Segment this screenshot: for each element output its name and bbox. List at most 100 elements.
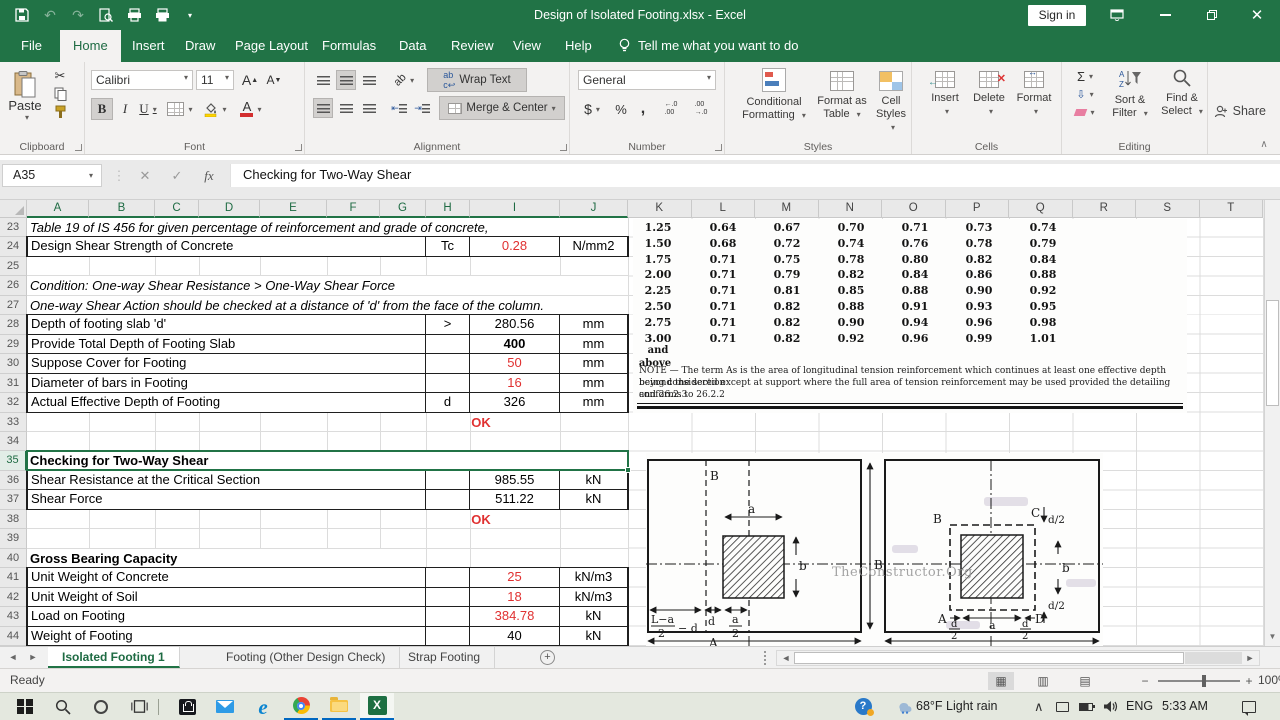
grid-row-30[interactable]: 30 Suppose Cover for Footing 50 mm: [0, 354, 628, 374]
sign-in-button[interactable]: Sign in: [1028, 5, 1086, 26]
font-dialog-launcher-icon[interactable]: [295, 144, 302, 151]
cell-symbol[interactable]: Tc: [426, 237, 470, 257]
row-header-34[interactable]: 34: [0, 432, 27, 452]
sheet-tab-footing-other-design-check[interactable]: Footing (Other Design Check): [212, 647, 401, 668]
clear-icon[interactable]: ▾: [1070, 104, 1100, 120]
column-header-D[interactable]: D: [199, 200, 260, 218]
cell-label[interactable]: Weight of Footing: [27, 626, 426, 646]
row-header-36[interactable]: 36: [0, 470, 27, 491]
column-header-H[interactable]: H: [426, 200, 470, 218]
print-preview-icon[interactable]: [98, 7, 114, 23]
fill-icon[interactable]: ⇩ ▾: [1070, 86, 1100, 102]
row-header-25[interactable]: 25: [0, 256, 27, 277]
qat-customize-icon[interactable]: ▾: [182, 7, 198, 23]
grid-row-37[interactable]: 37 Shear Force 511.22 kN: [0, 490, 628, 510]
row-header-40[interactable]: 40: [0, 548, 27, 569]
paste-button[interactable]: Paste ▾: [8, 68, 42, 124]
row-header-37[interactable]: 37: [0, 490, 27, 510]
underline-button[interactable]: U ▾: [135, 98, 161, 120]
page-break-view-icon[interactable]: ▤: [1072, 672, 1098, 690]
cell-label[interactable]: Diameter of bars in Footing: [27, 373, 426, 394]
cell-unit[interactable]: kN/m3: [560, 587, 628, 608]
is456-table-image[interactable]: 1.25 0.64 0.67 0.70 0.71 0.73 0.74 1.50 0.68 0.72…: [633, 219, 1187, 413]
grid-row-32[interactable]: 32 Actual Effective Depth of Footing d 326 m…: [0, 393, 628, 413]
column-header-C[interactable]: C: [155, 200, 199, 218]
cell-section-heading[interactable]: Gross Bearing Capacity: [30, 549, 177, 568]
sheet-nav-left-icon[interactable]: ◄: [4, 647, 22, 668]
close-button[interactable]: ✕: [1240, 0, 1274, 30]
cell-label[interactable]: Provide Total Depth of Footing Slab: [27, 334, 426, 355]
row-header-35[interactable]: 35: [0, 451, 27, 471]
tablet-mode-icon[interactable]: [1050, 693, 1074, 720]
cell-label[interactable]: Shear Resistance at the Critical Section: [27, 470, 426, 491]
percent-style-icon[interactable]: %: [610, 98, 632, 120]
row-header-41[interactable]: 41: [0, 568, 27, 588]
align-left-icon[interactable]: [313, 98, 333, 118]
column-header-F[interactable]: F: [327, 200, 380, 218]
cell-value[interactable]: 511.22: [470, 490, 560, 510]
cell-symbol[interactable]: [426, 470, 470, 491]
format-cells-button[interactable]: ↔ Format ▾: [1012, 67, 1056, 118]
cell-note-text[interactable]: One-way Shear Action should be checked a…: [30, 296, 544, 315]
zoom-level[interactable]: 100%: [1258, 673, 1280, 687]
zoom-slider-thumb[interactable]: [1202, 675, 1206, 687]
undo-icon[interactable]: ↶: [42, 7, 58, 23]
column-header-R[interactable]: R: [1072, 200, 1136, 218]
tab-draw[interactable]: Draw: [172, 30, 228, 62]
weather-text[interactable]: 68°F Light rain: [916, 693, 997, 720]
redo-icon[interactable]: ↷: [70, 7, 86, 23]
tell-me-box[interactable]: Tell me what you want to do: [618, 30, 798, 62]
row-header-31[interactable]: 31: [0, 373, 27, 394]
cell-note-text[interactable]: Table 19 of IS 456 for given percentage …: [30, 218, 488, 237]
format-as-table-button[interactable]: Format as Table ▾: [813, 68, 871, 121]
cell-styles-button[interactable]: Cell Styles ▾: [871, 68, 911, 134]
row-header-29[interactable]: 29: [0, 334, 27, 355]
borders-button[interactable]: ▾: [165, 98, 195, 120]
zoom-in-icon[interactable]: +: [1242, 672, 1256, 690]
grid-right-pane[interactable]: 1.25 0.64 0.67 0.70 0.71 0.73 0.74 1.50 0.68 0.72…: [628, 218, 1264, 646]
share-button[interactable]: Share: [1214, 100, 1266, 122]
show-hidden-icons[interactable]: ∧: [1034, 693, 1044, 720]
tab-insert[interactable]: Insert: [119, 30, 178, 62]
grid-row-38[interactable]: 38 OK: [0, 509, 628, 530]
cell-label[interactable]: Unit Weight of Soil: [27, 587, 426, 608]
cell-unit[interactable]: mm: [560, 315, 628, 335]
copy-icon[interactable]: [50, 86, 70, 102]
grid-row-24[interactable]: 24 Design Shear Strength of Concrete Tc 0.2…: [0, 237, 628, 257]
sheet-tab-strap-footing[interactable]: Strap Footing: [394, 647, 496, 668]
cell-label[interactable]: Unit Weight of Concrete: [27, 568, 426, 588]
tab-home[interactable]: Home: [60, 30, 121, 62]
middle-align-icon[interactable]: [336, 70, 356, 90]
cell-value[interactable]: 25: [470, 568, 560, 588]
cell-unit[interactable]: kN: [560, 626, 628, 646]
enter-icon[interactable]: ✓: [164, 164, 190, 187]
align-center-icon[interactable]: [336, 98, 356, 118]
cell-unit[interactable]: kN: [560, 490, 628, 510]
zoom-out-icon[interactable]: −: [1138, 672, 1152, 690]
grid-row-42[interactable]: 42 Unit Weight of Soil 18 kN/m3: [0, 587, 628, 608]
bottom-align-icon[interactable]: [359, 70, 379, 90]
new-sheet-icon[interactable]: +: [540, 650, 555, 665]
quick-print-icon[interactable]: [126, 7, 142, 23]
minimize-button[interactable]: [1148, 0, 1182, 30]
orientation-icon[interactable]: ab ▾: [389, 70, 419, 90]
taskbar-search-icon[interactable]: [46, 693, 80, 720]
column-header-I[interactable]: I: [470, 200, 560, 218]
column-header-N[interactable]: N: [818, 200, 882, 218]
cell-symbol[interactable]: [426, 490, 470, 510]
save-icon[interactable]: [14, 7, 30, 23]
format-painter-icon[interactable]: [50, 104, 70, 120]
number-format-combobox[interactable]: General ▾: [578, 70, 716, 90]
grid-row-43[interactable]: 43 Load on Footing 384.78 kN: [0, 607, 628, 627]
cell-unit[interactable]: kN: [560, 470, 628, 491]
grid-row-33[interactable]: 33 OK: [0, 412, 628, 432]
column-header-M[interactable]: M: [755, 200, 819, 218]
alignment-dialog-launcher-icon[interactable]: [560, 144, 567, 151]
italic-button[interactable]: I: [115, 98, 135, 120]
cell-symbol[interactable]: d: [426, 393, 470, 413]
decrease-indent-icon[interactable]: ⇤: [389, 98, 409, 118]
formula-input[interactable]: Checking for Two-Way Shear: [230, 164, 1280, 187]
column-header-Q[interactable]: Q: [1009, 200, 1073, 218]
increase-indent-icon[interactable]: ⇥: [412, 98, 432, 118]
tab-data[interactable]: Data: [386, 30, 439, 62]
